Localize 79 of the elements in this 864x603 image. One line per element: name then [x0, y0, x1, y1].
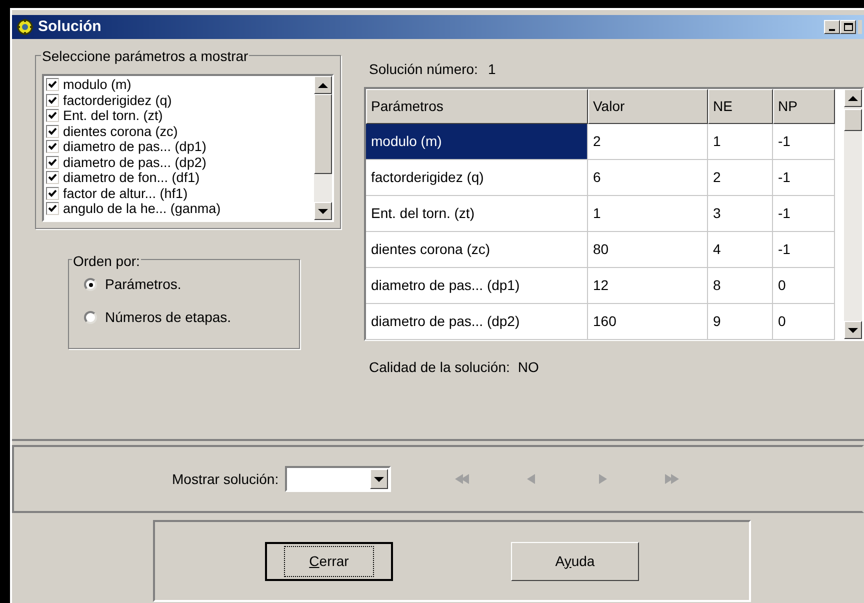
quality-value: NO: [518, 358, 539, 377]
scroll-down-button[interactable]: [844, 321, 862, 339]
table-cell: dientes corona (zc): [366, 232, 588, 268]
table-cell: 0: [773, 268, 835, 304]
checkbox[interactable]: [46, 202, 59, 216]
list-item[interactable]: diametro de pas... (dp1): [63, 139, 206, 154]
table-cell: -1: [773, 232, 835, 268]
list-item[interactable]: modulo (m): [63, 77, 132, 92]
solution-dropdown[interactable]: [284, 466, 391, 492]
dropdown-arrow-icon: [374, 476, 384, 482]
table-cell: 8: [708, 268, 773, 304]
table-cell: modulo (m): [366, 124, 588, 160]
checkbox[interactable]: [46, 140, 59, 154]
checkbox[interactable]: [46, 78, 59, 92]
scroll-down-button[interactable]: [314, 202, 332, 220]
window-title: Solución: [38, 16, 102, 37]
table-cell: 3: [708, 196, 773, 232]
minimize-button[interactable]: [824, 20, 840, 34]
solution-number-label: Solución número:: [369, 60, 478, 79]
checkbox[interactable]: [46, 171, 59, 184]
table-cell: diametro de pas... (dp1): [366, 268, 588, 304]
radio-button[interactable]: [84, 311, 97, 324]
table-cell: Ent. del torn. (zt): [366, 196, 588, 232]
column-header[interactable]: Valor: [588, 89, 708, 124]
double-left-triangle-icon: [454, 474, 469, 484]
scroll-up-button[interactable]: [844, 89, 862, 107]
checkbox[interactable]: [46, 156, 59, 169]
scrollbar[interactable]: [314, 76, 332, 220]
table-cell: 4: [708, 232, 773, 268]
table-cell: 2: [588, 124, 708, 160]
table-cell: 1: [708, 124, 773, 160]
table-cell: 9: [708, 304, 773, 340]
up-arrow-icon: [318, 82, 328, 88]
scroll-thumb[interactable]: [844, 109, 862, 131]
table-cell: -1: [773, 196, 835, 232]
scroll-thumb[interactable]: [314, 94, 332, 174]
list-item[interactable]: dientes corona (zc): [63, 124, 178, 139]
dialog-button[interactable]: Ayuda: [511, 542, 639, 580]
table-cell: -1: [773, 124, 835, 160]
table-cell: 12: [588, 268, 708, 304]
maximize-button[interactable]: [840, 20, 856, 34]
table-cell: 2: [708, 160, 773, 196]
radio-label[interactable]: Parámetros.: [105, 274, 182, 295]
show-solution-label: Mostrar solución:: [172, 470, 279, 488]
list-item[interactable]: factor de altur... (hf1): [63, 186, 188, 201]
checkbox[interactable]: [46, 109, 59, 122]
solution-number-value: 1: [488, 60, 496, 79]
list-item[interactable]: angulo de la he... (ganma): [63, 201, 221, 216]
table-cell: 80: [588, 232, 708, 268]
table-cell: 0: [773, 304, 835, 340]
column-header[interactable]: NP: [773, 89, 835, 124]
table-cell: 160: [588, 304, 708, 340]
double-right-triangle-icon: [664, 474, 679, 484]
table-cell: diametro de pas... (dp2): [366, 304, 588, 340]
scroll-up-button[interactable]: [314, 76, 332, 94]
list-item[interactable]: diametro de pas... (dp2): [63, 154, 206, 170]
checkbox[interactable]: [46, 94, 59, 107]
column-header[interactable]: NE: [708, 89, 773, 124]
quality-label: Calidad de la solución:: [369, 358, 510, 377]
checkbox[interactable]: [46, 124, 59, 138]
table-cell: 1: [588, 196, 708, 232]
list-item[interactable]: Ent. del torn. (zt): [63, 108, 163, 124]
scrollbar[interactable]: [844, 89, 862, 339]
radio-label[interactable]: Números de etapas.: [105, 307, 232, 328]
gear-icon: [16, 18, 34, 36]
down-arrow-icon: [848, 326, 858, 334]
radio-button[interactable]: [84, 278, 97, 291]
table-cell: factorderigidez (q): [366, 160, 588, 196]
minimize-icon: [829, 29, 835, 31]
column-header[interactable]: Parámetros: [366, 89, 588, 124]
down-arrow-icon: [318, 208, 328, 214]
table-cell: -1: [773, 160, 835, 196]
dialog-button[interactable]: Cerrar: [265, 542, 393, 580]
table-cell: 6: [588, 160, 708, 196]
up-arrow-icon: [848, 94, 858, 102]
checkbox[interactable]: [46, 186, 59, 200]
maximize-icon: [844, 23, 852, 31]
list-item[interactable]: factorderigidez (q): [63, 92, 172, 108]
list-item[interactable]: diametro de fon... (df1): [63, 170, 200, 186]
